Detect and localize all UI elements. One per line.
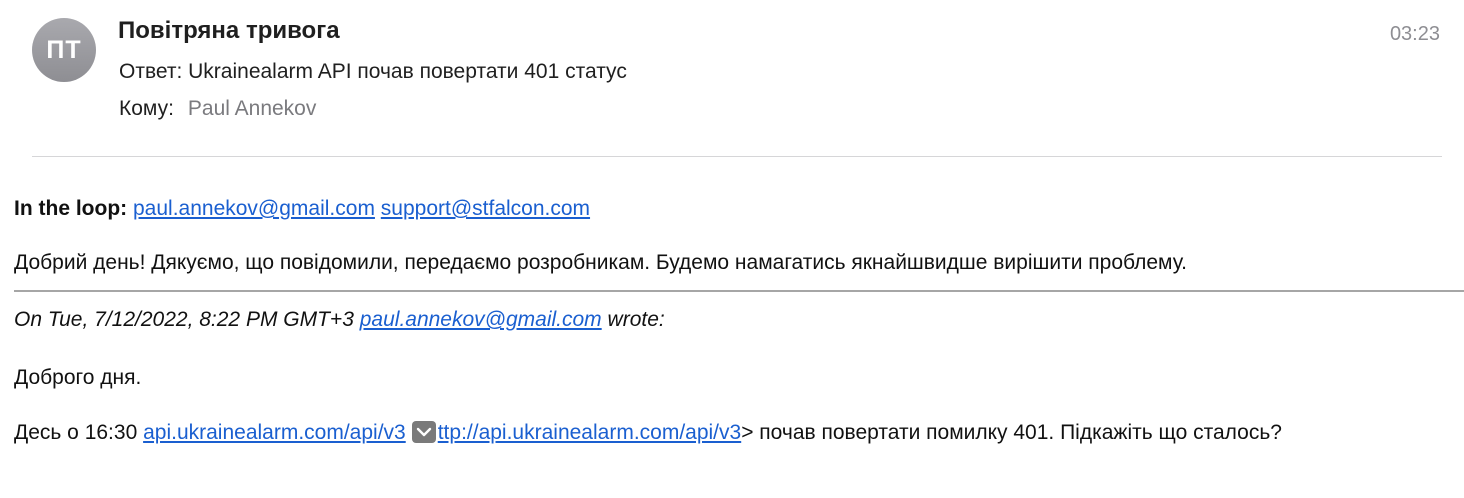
recipient-name[interactable]: Paul Annekov: [188, 97, 316, 120]
api-link-short[interactable]: api.ukrainealarm.com/api/v3: [143, 421, 406, 444]
quote-question: Десь о 16:30 api.ukrainealarm.com/api/v3…: [14, 418, 1414, 448]
attribution-wrote: wrote:: [607, 308, 665, 331]
api-link-full[interactable]: ttp://api.ukrainealarm.com/api/v3: [438, 421, 741, 444]
recipient-label: Кому:: [119, 97, 174, 120]
attribution-email-link[interactable]: paul.annekov@gmail.com: [360, 308, 602, 331]
loop-email-link[interactable]: paul.annekov@gmail.com: [133, 197, 375, 220]
loop-label: In the loop:: [14, 197, 128, 220]
loop-line: In the loop: paul.annekov@gmail.com supp…: [14, 194, 1454, 224]
message-time: 03:23: [1389, 23, 1440, 45]
recipient-row: Кому: Paul Annekov: [119, 97, 316, 121]
quote-attribution: On Tue, 7/12/2022, 8:22 PM GMT+3 paul.an…: [14, 305, 665, 335]
sender-avatar[interactable]: ПТ: [32, 18, 96, 82]
chevron-down-icon[interactable]: [411, 421, 436, 443]
reply-text: Добрий день! Дякуємо, що повідомили, пер…: [14, 251, 1187, 274]
message-body: In the loop: paul.annekov@gmail.com supp…: [14, 194, 1454, 278]
question-suffix: > почав повертати помилку 401. Підкажіть…: [741, 421, 1282, 444]
sender-name[interactable]: Повітряна тривога: [118, 17, 340, 45]
quote-greeting: Доброго дня.: [14, 366, 142, 389]
header-divider: [32, 156, 1442, 157]
quote-divider: [14, 290, 1464, 292]
question-prefix: Десь о 16:30: [14, 421, 138, 444]
message-header: ПТ Повітряна тривога 03:23 Ответ: Ukrain…: [0, 0, 1464, 160]
loop-email-link[interactable]: support@stfalcon.com: [381, 197, 590, 220]
message-subject: Ответ: Ukrainealarm API почав повертати …: [119, 60, 627, 83]
attribution-date: On Tue, 7/12/2022, 8:22 PM GMT+3: [14, 308, 354, 331]
